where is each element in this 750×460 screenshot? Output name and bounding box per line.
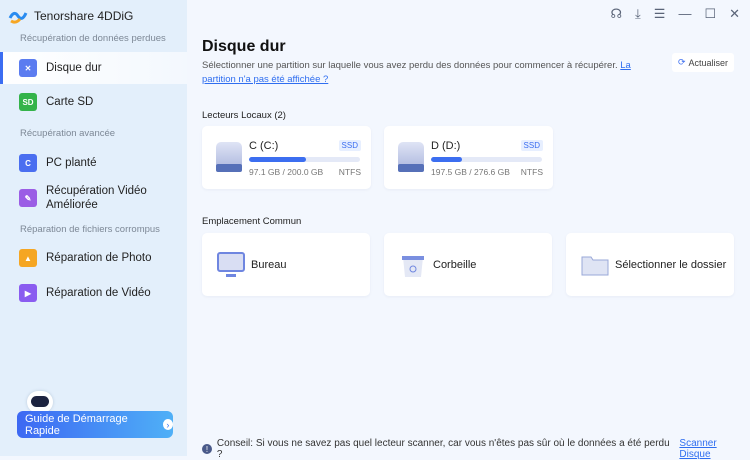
minimize-icon[interactable]: — (678, 6, 691, 22)
location-recycle-bin[interactable]: Corbeille (384, 233, 552, 296)
sidebar-item-label: Récupération Vidéo Améliorée (46, 185, 147, 211)
photo-icon: ▲ (19, 249, 37, 267)
drive-type-badge: SSD (338, 140, 361, 151)
hard-drive-icon (398, 142, 424, 172)
headset-icon[interactable]: ☊ (610, 6, 622, 22)
refresh-button[interactable]: ⟳ Actualiser (672, 53, 734, 72)
page-title: Disque dur (202, 38, 286, 55)
page-description: Sélectionner une partition sur laquelle … (202, 59, 662, 87)
menu-icon[interactable]: ☰ (654, 6, 666, 22)
drive-card-d[interactable]: D (D:) SSD 197.5 GB / 276.6 GB NTFS (384, 126, 553, 189)
crashed-pc-icon: C (19, 154, 37, 172)
location-desktop[interactable]: Bureau (202, 233, 370, 296)
common-locations-label: Emplacement Commun (202, 216, 302, 227)
sidebar-item-video-repair[interactable]: ▶ Réparation de Vidéo (0, 278, 187, 308)
drive-usage-bar (249, 157, 360, 162)
sidebar-item-label: PC planté (46, 157, 97, 169)
section-lost-data: Récupération de données perdues (20, 33, 166, 44)
sidebar-item-hard-drive[interactable]: ✕ Disque dur (0, 52, 187, 84)
maximize-icon[interactable]: ☐ (704, 6, 716, 22)
recycle-bin-icon (402, 255, 424, 277)
download-icon[interactable]: ⤓ (635, 6, 641, 22)
sidebar-item-photo-repair[interactable]: ▲ Réparation de Photo (0, 243, 187, 273)
sidebar-item-crashed-pc[interactable]: C PC planté (0, 148, 187, 178)
sidebar: Tenorshare 4DDiG Récupération de données… (0, 0, 187, 456)
location-select-folder[interactable]: Sélectionner le dossier (566, 233, 734, 296)
logo-icon (8, 11, 28, 24)
sidebar-item-label: Réparation de Vidéo (46, 287, 151, 299)
app-title: Tenorshare 4DDiG (34, 9, 134, 23)
drive-usage-bar (431, 157, 542, 162)
tip-text: Conseil: Si vous ne savez pas quel lecte… (216, 438, 670, 460)
chevron-right-icon: › (162, 419, 173, 430)
scan-disk-link[interactable]: Scanner Disque (679, 438, 750, 460)
drive-type-badge: SSD (520, 140, 543, 151)
tip-bar: ! Conseil: Si vous ne savez pas quel lec… (202, 438, 750, 460)
quick-start-guide-button[interactable]: Guide de Démarrage Rapide › (17, 411, 173, 438)
window-controls: ☊ ⤓ ☰ — ☐ ✕ (610, 6, 740, 22)
video-icon: ▶ (19, 284, 37, 302)
video-repair-icon: ✎ (19, 189, 37, 207)
location-label: Corbeille (433, 258, 477, 271)
info-icon: ! (202, 444, 212, 454)
close-icon[interactable]: ✕ (729, 6, 740, 22)
drive-card-c[interactable]: C (C:) SSD 97.1 GB / 200.0 GB NTFS (202, 126, 371, 189)
refresh-label: Actualiser (688, 57, 729, 68)
sidebar-item-label: Disque dur (46, 62, 102, 74)
sidebar-item-label: Carte SD (46, 96, 94, 108)
drive-filesystem: NTFS (520, 167, 543, 177)
section-advanced: Récupération avancée (20, 128, 116, 139)
hard-drive-icon: ✕ (19, 59, 37, 77)
sidebar-item-sd-card[interactable]: SD Carte SD (0, 86, 187, 118)
sd-card-icon: SD (19, 93, 37, 111)
location-label: Bureau (251, 258, 287, 271)
folder-icon (581, 256, 609, 275)
drive-filesystem: NTFS (338, 167, 361, 177)
guide-label: Guide de Démarrage Rapide (25, 412, 128, 437)
sidebar-item-label: Réparation de Photo (46, 252, 152, 264)
section-repair: Réparation de fichiers corrompus (20, 224, 160, 235)
drive-size: 197.5 GB / 276.6 GB (431, 167, 510, 177)
desktop-icon (217, 251, 245, 277)
drive-usage-fill (431, 157, 463, 162)
description-text: Sélectionner une partition sur laquelle … (202, 60, 618, 71)
robot-mascot-icon (27, 391, 53, 413)
app-logo: Tenorshare 4DDiG (8, 8, 133, 24)
refresh-icon: ⟳ (677, 57, 686, 67)
drive-usage-fill (249, 157, 306, 162)
drive-name: D (D:) (431, 140, 461, 152)
drive-name: C (C:) (249, 140, 279, 152)
drive-size: 97.1 GB / 200.0 GB (249, 167, 324, 177)
local-drives-label: Lecteurs Locaux (2) (202, 110, 286, 121)
sidebar-item-video-recovery[interactable]: ✎ Récupération Vidéo Améliorée (0, 182, 187, 214)
location-label: Sélectionner le dossier (615, 258, 727, 271)
hard-drive-icon (216, 142, 242, 172)
